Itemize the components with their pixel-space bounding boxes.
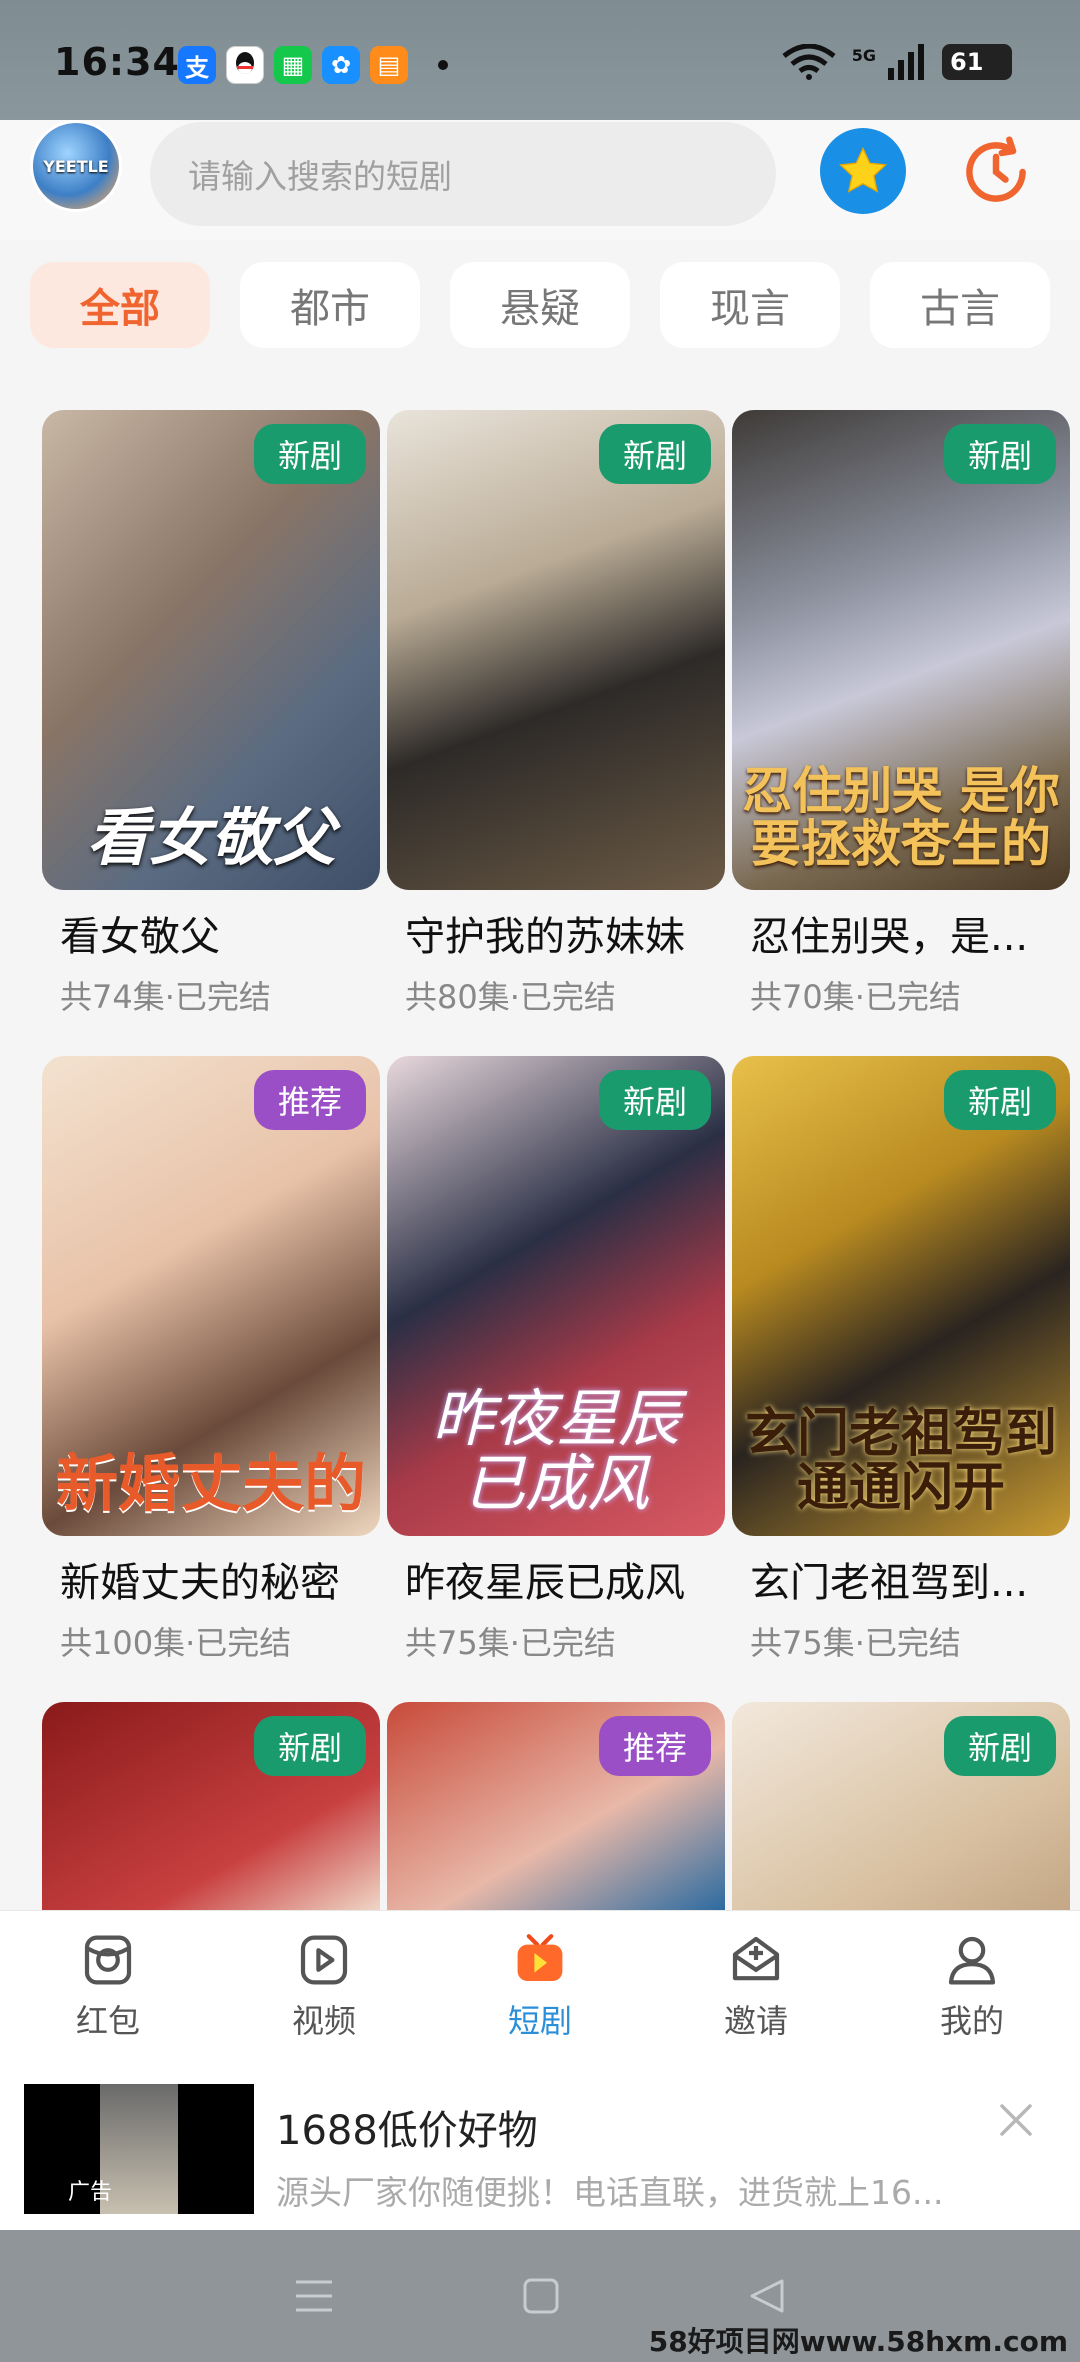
tab-ancient-romance[interactable]: 古言	[870, 262, 1050, 348]
tab-urban[interactable]: 都市	[240, 262, 420, 348]
nav-label: 红包	[75, 2001, 140, 2040]
new-badge: 新剧	[943, 1716, 1056, 1776]
star-icon	[838, 146, 888, 193]
drama-poster: 新剧 玄门老祖驾到 通通闪开	[732, 1056, 1070, 1536]
drama-title: 玄门老祖驾到...	[750, 1560, 1029, 1606]
nav-label: 视频	[291, 2001, 356, 2040]
category-tabs: 全部 都市 悬疑 现言 古言	[30, 262, 1050, 348]
avatar-text: YEETLE	[43, 156, 109, 176]
new-badge: 新剧	[943, 424, 1056, 484]
drama-episodes: 共75集·已完结	[405, 1624, 616, 1662]
new-badge: 新剧	[253, 424, 366, 484]
drama-card[interactable]: 新剧 看女敬父 看女敬父 共74集·已完结	[42, 410, 380, 1018]
short-drama-icon	[510, 1930, 570, 1990]
green-app-icon: ▦	[274, 46, 312, 84]
drama-episodes: 共70集·已完结	[750, 978, 961, 1016]
drama-episodes: 共100集·已完结	[60, 1624, 292, 1662]
drama-card[interactable]: 新剧 守护我的苏妹妹 共80集·已完结	[387, 410, 725, 1018]
invite-icon	[726, 1930, 786, 1990]
user-avatar[interactable]: YEETLE	[30, 120, 122, 212]
menu-icon[interactable]	[294, 2279, 334, 2313]
poster-title-art: 忍住别哭 是你要拯救苍生的	[742, 762, 1060, 873]
drama-title: 新婚丈夫的秘密	[60, 1560, 340, 1606]
drama-episodes: 共75集·已完结	[750, 1624, 961, 1662]
nav-me[interactable]: 我的	[864, 1911, 1080, 2060]
nav-invite[interactable]: 邀请	[648, 1911, 864, 2060]
poster-title-art: 新婚丈夫的	[55, 1446, 366, 1520]
history-button[interactable]	[950, 126, 1042, 218]
fan-app-icon: ✿	[322, 46, 360, 84]
wifi-icon	[782, 44, 836, 80]
drama-card[interactable]: 新剧 昨夜星辰 已成风 昨夜星辰已成风 共75集·已完结	[387, 1056, 725, 1664]
drama-card[interactable]: 新剧 忍住别哭 是你要拯救苍生的 忍住别哭，是... 共70集·已完结	[732, 410, 1070, 1018]
tab-all[interactable]: 全部	[30, 262, 210, 348]
tab-suspense[interactable]: 悬疑	[450, 262, 630, 348]
more-notifications-icon	[438, 60, 448, 70]
drama-poster: 新剧 看女敬父	[42, 410, 380, 890]
status-time: 16:34	[54, 40, 180, 84]
nav-short-drama[interactable]: 短剧	[432, 1911, 648, 2060]
poster-title-art: 看女敬父	[86, 800, 335, 874]
drama-poster: 新剧 昨夜星辰 已成风	[387, 1056, 725, 1536]
ad-banner[interactable]: 广告 1688低价好物 源头厂家你随便挑！电话直联，进货就上16...	[0, 2060, 1080, 2230]
new-badge: 新剧	[598, 1070, 711, 1130]
poster-title-art: 昨夜星辰 已成风	[431, 1381, 680, 1520]
nav-label: 我的	[939, 2001, 1004, 2040]
watermark-text: 58好项目网www.58hxm.com	[648, 2325, 1068, 2358]
system-nav-bar: 58好项目网www.58hxm.com	[0, 2230, 1080, 2362]
battery-level: 61	[950, 48, 984, 76]
close-icon	[1000, 2104, 1032, 2136]
new-badge: 新剧	[598, 424, 711, 484]
book-app-icon: ▤	[370, 46, 408, 84]
drama-title: 看女敬父	[60, 914, 220, 960]
drama-poster: 推荐 新婚丈夫的	[42, 1056, 380, 1536]
drama-title: 忍住别哭，是...	[750, 914, 1029, 960]
ad-tag: 广告	[68, 2180, 113, 2205]
drama-poster: 新剧 忍住别哭 是你要拯救苍生的	[732, 410, 1070, 890]
drama-episodes: 共80集·已完结	[405, 978, 616, 1016]
video-icon	[294, 1930, 354, 1990]
battery-indicator: 61	[942, 44, 1012, 80]
nav-label: 邀请	[723, 2001, 788, 2040]
red-packet-icon	[78, 1930, 138, 1990]
search-input[interactable]: 请输入搜索的短剧	[150, 122, 776, 226]
ad-thumbnail: 广告	[24, 2084, 254, 2214]
drama-card[interactable]: 新剧 玄门老祖驾到 通通闪开 玄门老祖驾到... 共75集·已完结	[732, 1056, 1070, 1664]
search-placeholder: 请输入搜索的短剧	[188, 157, 452, 196]
poster-title-art: 玄门老祖驾到 通通闪开	[744, 1403, 1057, 1519]
recommend-badge: 推荐	[598, 1716, 711, 1776]
nav-red-packet[interactable]: 红包	[0, 1911, 216, 2060]
network-type: 5G	[851, 45, 876, 65]
nav-label: 短剧	[507, 2001, 572, 2040]
history-clock-icon	[966, 136, 1026, 202]
status-bar: 16:34 支 ▦ ✿ ▤ 5G 61	[0, 0, 1080, 120]
new-badge: 新剧	[253, 1716, 366, 1776]
drama-title: 守护我的苏妹妹	[405, 914, 685, 960]
ad-description: 源头厂家你随便挑！电话直联，进货就上16...	[276, 2173, 944, 2212]
tab-modern-romance[interactable]: 现言	[660, 262, 840, 348]
new-badge: 新剧	[943, 1070, 1056, 1130]
drama-episodes: 共74集·已完结	[60, 978, 271, 1016]
alipay-icon: 支	[178, 46, 216, 84]
bottom-nav: 红包 视频 短剧 邀请 我的	[0, 1910, 1080, 2060]
home-icon[interactable]	[522, 2277, 560, 2315]
ad-close-button[interactable]	[996, 2100, 1036, 2140]
drama-title: 昨夜星辰已成风	[405, 1560, 685, 1606]
nav-video[interactable]: 视频	[216, 1911, 432, 2060]
favorites-button[interactable]	[820, 128, 906, 214]
status-app-icons: 支 ▦ ✿ ▤	[178, 46, 448, 84]
user-profile-icon	[942, 1930, 1002, 1990]
recommend-badge: 推荐	[253, 1070, 366, 1130]
drama-poster: 新剧	[387, 410, 725, 890]
qq-icon	[226, 46, 264, 84]
search-header: YEETLE 请输入搜索的短剧	[0, 120, 1080, 240]
back-icon[interactable]	[748, 2277, 786, 2315]
signal-icon	[888, 44, 924, 80]
ad-title: 1688低价好物	[276, 2108, 538, 2154]
drama-card[interactable]: 推荐 新婚丈夫的 新婚丈夫的秘密 共100集·已完结	[42, 1056, 380, 1664]
